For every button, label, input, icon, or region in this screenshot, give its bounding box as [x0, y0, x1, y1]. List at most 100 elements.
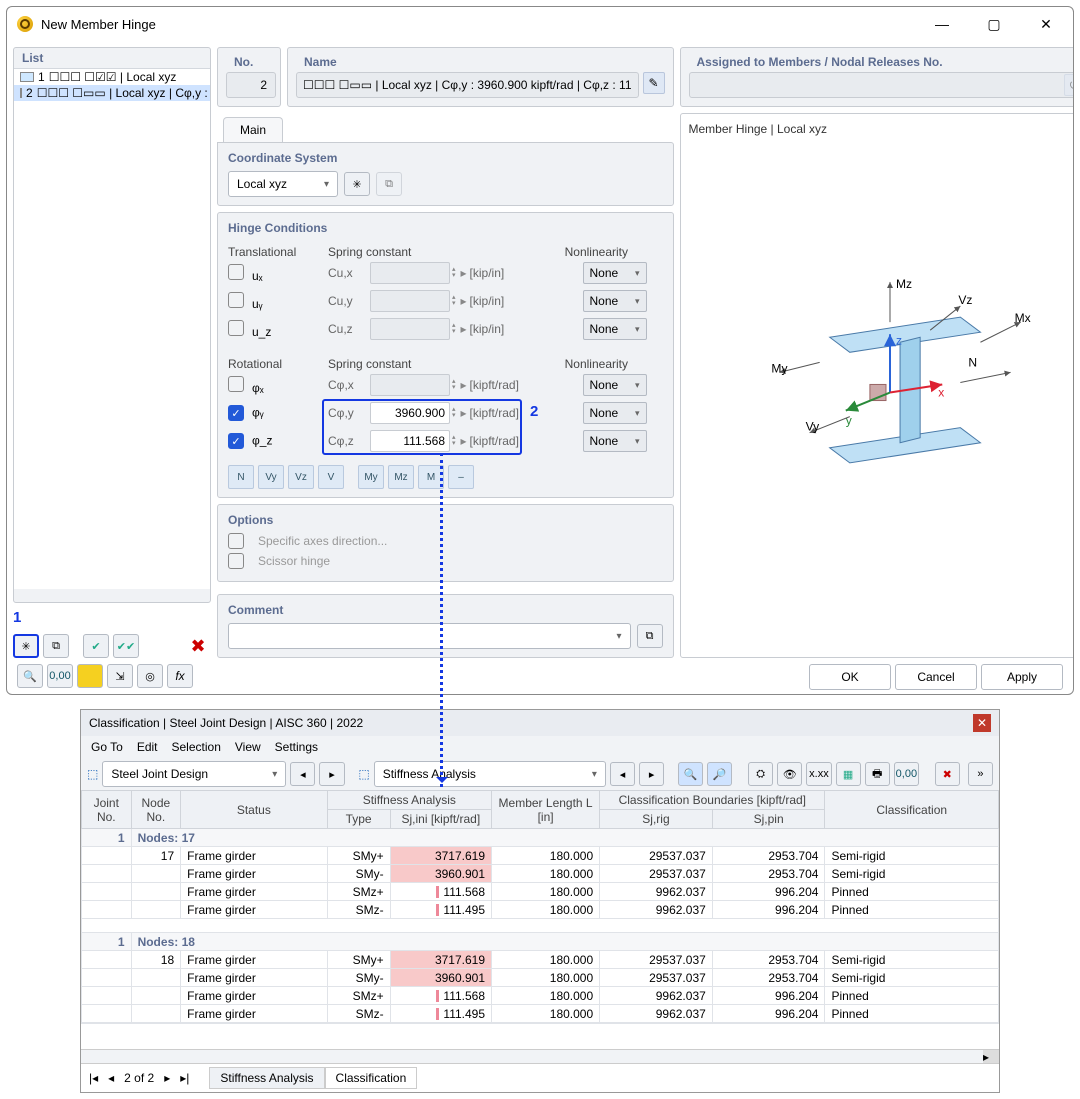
tab-stiffness[interactable]: Stiffness Analysis — [209, 1067, 324, 1089]
callout-2: 2 — [530, 403, 538, 420]
lower-title: Classification | Steel Joint Design | AI… — [89, 716, 363, 730]
pager-first[interactable]: |◂ — [89, 1071, 98, 1085]
table-row[interactable]: 18 Frame girder SMy+ 3717.619 180.000 29… — [82, 951, 999, 969]
tab-main[interactable]: Main — [223, 117, 283, 142]
menu-view[interactable]: View — [235, 740, 261, 754]
color-button[interactable] — [77, 664, 103, 688]
new-cs-button[interactable]: ✳ — [344, 172, 370, 196]
units-button[interactable]: 0,00 — [47, 664, 73, 688]
check-u_z[interactable] — [228, 320, 244, 336]
menu-goto[interactable]: Go To — [91, 740, 123, 754]
svg-text:Mx: Mx — [1014, 311, 1030, 325]
lower-close-button[interactable]: ✕ — [973, 714, 991, 732]
assigned-field[interactable]: ⭯ — [689, 72, 1074, 98]
nonlin-uᵧ[interactable]: None▾ — [583, 290, 647, 312]
coord-system-combo[interactable]: Local xyz▾ — [228, 171, 338, 197]
design-combo[interactable]: Steel Joint Design▾ — [102, 761, 286, 787]
menu-bar: Go To Edit Selection View Settings — [81, 736, 999, 758]
tool-a-button[interactable]: ⇲ — [107, 664, 133, 688]
nav-prev-2[interactable]: ◂ — [610, 762, 635, 786]
nav-next-1[interactable]: ▸ — [319, 762, 344, 786]
list-item[interactable]: 1 ☐☐☐ ☐☑☑ | Local xyz — [14, 69, 210, 85]
filter-b-button[interactable]: 🔎 — [707, 762, 732, 786]
tool-1[interactable]: ⛭ — [748, 762, 773, 786]
list-item[interactable]: 2 ☐☐☐ ☐▭▭ | Local xyz | Cφ,y : 3… — [14, 85, 210, 101]
menu-selection[interactable]: Selection — [172, 740, 221, 754]
assigned-label: Assigned to Members / Nodal Releases No. — [689, 52, 1074, 72]
preset-clear-button[interactable]: – — [448, 465, 474, 489]
svg-text:My: My — [771, 361, 787, 375]
menu-settings[interactable]: Settings — [275, 740, 318, 754]
pager-prev[interactable]: ◂ — [108, 1071, 114, 1085]
tool-5[interactable]: 🖶 — [865, 762, 890, 786]
close-button[interactable]: ✕ — [1029, 13, 1063, 35]
preset-vyvz-button[interactable]: V — [318, 465, 344, 489]
more-button[interactable]: » — [968, 762, 993, 786]
nonlin-φ_z[interactable]: None▾ — [583, 430, 647, 452]
filter-a-button[interactable]: 🔍 — [678, 762, 703, 786]
minimize-button[interactable]: — — [925, 13, 959, 35]
nav-next-2[interactable]: ▸ — [639, 762, 664, 786]
nonlin-uₓ[interactable]: None▾ — [583, 262, 647, 284]
tool-c-button[interactable]: fx — [167, 664, 193, 688]
check-φ_z[interactable]: ✓ — [228, 433, 244, 449]
menu-edit[interactable]: Edit — [137, 740, 158, 754]
help-button[interactable]: 🔍 — [17, 664, 43, 688]
check-uₓ[interactable] — [228, 264, 244, 280]
no-field[interactable]: 2 — [226, 72, 276, 98]
app-icon — [17, 16, 33, 32]
delete-button[interactable]: ✖ — [185, 634, 211, 658]
tool-del[interactable]: ✖ — [935, 762, 960, 786]
tool-3[interactable]: x.xx — [806, 762, 831, 786]
new-item-button[interactable]: ✳ — [13, 634, 39, 658]
pick-member-icon[interactable]: ⭯ — [1064, 74, 1074, 96]
edit-name-icon[interactable]: ✎ — [643, 72, 665, 94]
edit-cs-button[interactable]: ⧉ — [376, 172, 402, 196]
ok-button[interactable]: OK — [809, 664, 891, 690]
spring-φ_z[interactable]: 111.568 — [370, 430, 450, 452]
nonlin-u_z[interactable]: None▾ — [583, 318, 647, 340]
cancel-button[interactable]: Cancel — [895, 664, 977, 690]
check-φᵧ[interactable]: ✓ — [228, 405, 244, 421]
preset-vy-button[interactable]: Vy — [258, 465, 284, 489]
preview-panel: Member Hinge | Local xyz — [680, 113, 1074, 658]
table-row[interactable]: Frame girder SMz- 111.495 180.000 9962.0… — [82, 901, 999, 919]
table-row[interactable]: Frame girder SMz+ 111.568 180.000 9962.0… — [82, 987, 999, 1005]
analysis-combo[interactable]: Stiffness Analysis▾ — [374, 761, 606, 787]
table-row[interactable]: Frame girder SMy- 3960.901 180.000 29537… — [82, 865, 999, 883]
tab-classification[interactable]: Classification — [325, 1067, 418, 1089]
table-row[interactable]: Frame girder SMz+ 111.568 180.000 9962.0… — [82, 883, 999, 901]
nav-prev-1[interactable]: ◂ — [290, 762, 315, 786]
maximize-button[interactable]: ▢ — [977, 13, 1011, 35]
table-row[interactable]: 17 Frame girder SMy+ 3717.619 180.000 29… — [82, 847, 999, 865]
copy-item-button[interactable]: ⧉ — [43, 634, 69, 658]
pager-next[interactable]: ▸ — [164, 1071, 170, 1085]
comment-field[interactable]: ▾ — [228, 623, 631, 649]
tool-4[interactable]: ▦ — [836, 762, 861, 786]
check-uᵧ[interactable] — [228, 292, 244, 308]
pager-last[interactable]: ▸| — [180, 1071, 189, 1085]
spring-uₓ — [370, 262, 450, 284]
table-row[interactable]: Frame girder SMy- 3960.901 180.000 29537… — [82, 969, 999, 987]
results-table[interactable]: Joint No. Node No. Status Stiffness Anal… — [81, 790, 999, 1023]
apply-button[interactable]: Apply — [981, 664, 1063, 690]
check-button[interactable]: ✔ — [83, 634, 109, 658]
spring-φᵧ[interactable]: 3960.900 — [370, 402, 450, 424]
hinge-list[interactable]: 1 ☐☐☐ ☐☑☑ | Local xyz 2 ☐☐☐ ☐▭▭ | Local … — [14, 69, 210, 589]
name-field[interactable]: ☐☐☐ ☐▭▭ | Local xyz | Cφ,y : 3960.900 ki… — [296, 72, 639, 98]
window-title: New Member Hinge — [41, 17, 925, 32]
table-row[interactable]: Frame girder SMz- 111.495 180.000 9962.0… — [82, 1005, 999, 1023]
tool-b-button[interactable]: ◎ — [137, 664, 163, 688]
preset-mz-button[interactable]: Mz — [388, 465, 414, 489]
tool-2[interactable]: 👁 — [777, 762, 802, 786]
nonlin-φₓ[interactable]: None▾ — [583, 374, 647, 396]
check-all-button[interactable]: ✔✔ — [113, 634, 139, 658]
check-φₓ[interactable] — [228, 376, 244, 392]
comment-library-button[interactable]: ⧉ — [637, 624, 663, 648]
preset-vz-button[interactable]: Vz — [288, 465, 314, 489]
preset-n-button[interactable]: N — [228, 465, 254, 489]
tool-units[interactable]: 0,00 — [894, 762, 919, 786]
classification-window: Classification | Steel Joint Design | AI… — [80, 709, 1000, 1093]
nonlin-φᵧ[interactable]: None▾ — [583, 402, 647, 424]
preset-my-button[interactable]: My — [358, 465, 384, 489]
